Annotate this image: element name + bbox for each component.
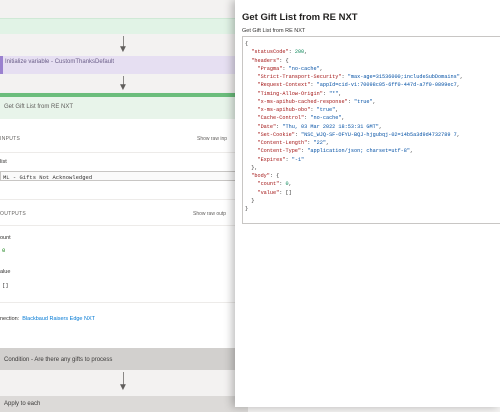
header-key: "Expires" (257, 156, 286, 163)
initialize-variable-card[interactable]: Initialize variable - CustomThanksDefaul… (0, 56, 248, 74)
apply-to-each-card[interactable]: Apply to each (0, 396, 248, 412)
connection-link[interactable]: Blackbaud Raisers Edge NXT (22, 316, 95, 322)
get-gift-list-card[interactable]: Get Gift List from RE NXT INPUTS Show ra… (0, 93, 248, 348)
json-value: 0 (285, 181, 289, 188)
initialize-variable-label: Initialize variable - CustomThanksDefaul… (5, 59, 115, 65)
apply-to-each-label: Apply to each (4, 401, 41, 407)
count-label: ount (0, 235, 11, 241)
connector-arrow-icon: ▼ (112, 36, 134, 55)
connection-row: nection: Blackbaud Raisers Edge NXT (0, 316, 95, 322)
header-key: "Set-Cookie" (257, 131, 295, 138)
json-key: "headers" (251, 57, 280, 64)
show-raw-outputs-link[interactable]: Show raw outp (193, 211, 226, 217)
header-key: "Timing-Allow-Origin" (257, 90, 323, 97)
header-value: "NSC_WJQ-SF-OFYU-BQJ-hjgubqj-02=14b5a3d9… (301, 131, 457, 138)
outputs-section-title: OUTPUTS (0, 211, 26, 217)
json-value: 200 (294, 49, 305, 56)
header-key: "Strict-Transport-Security" (257, 74, 342, 80)
header-value: "Thu, 03 Mar 2022 18:53:31 GMT" (282, 123, 379, 130)
list-value: ML - Gifts Not Acknowledged (0, 171, 238, 181)
header-value: "*" (329, 90, 339, 97)
previous-step-card[interactable] (0, 18, 248, 34)
divider (0, 302, 248, 303)
header-key: "Date" (257, 123, 277, 130)
header-value: "no-cache" (288, 65, 320, 72)
json-key: "count" (257, 181, 280, 188)
header-key: "Cache-Control" (257, 115, 305, 122)
header-value: "true" (353, 98, 373, 105)
header-value: "22" (313, 140, 326, 146)
value-label: alue (0, 269, 11, 275)
header-value: "no-cache" (310, 115, 342, 122)
header-key: "x-ms-apihub-obo" (257, 107, 311, 113)
header-key: "Pragma" (257, 65, 283, 72)
header-key: "Content-Type" (257, 148, 302, 155)
condition-label: Condition - Are there any gifts to proce… (4, 357, 113, 363)
divider (0, 225, 248, 226)
action-card-header[interactable]: Get Gift List from RE NXT (0, 97, 248, 119)
json-output-box[interactable]: { "statusCode": 200, "headers": { "Pragm… (242, 36, 500, 224)
action-card-title: Get Gift List from RE NXT (4, 104, 74, 110)
connector-arrow-icon: ▼ (112, 372, 134, 393)
header-key: "Content-Length" (257, 140, 308, 146)
count-value: 0 (2, 247, 6, 254)
json-key: "value" (257, 189, 280, 196)
connector-arrow-icon: ▼ (112, 76, 134, 93)
divider (0, 152, 248, 153)
json-value: [] (285, 189, 292, 196)
json-key: "statusCode" (251, 49, 289, 56)
divider (0, 199, 248, 200)
inputs-section-title: INPUTS (0, 136, 21, 142)
header-key: "x-ms-apihub-cached-response" (257, 98, 348, 105)
connection-label: nection: (0, 316, 20, 322)
header-value: "appId=cid-v1:70098c05-6ff0-447d-a7f0-08… (316, 82, 457, 89)
condition-card[interactable]: Condition - Are there any gifts to proce… (0, 348, 248, 370)
show-raw-inputs-link[interactable]: Show raw inp (197, 136, 227, 142)
value-value: [] (2, 282, 9, 289)
output-detail-panel: Get Gift List from RE NXT Get Gift List … (235, 0, 500, 407)
panel-subtitle: Get Gift List from RE NXT (242, 28, 306, 34)
json-key: "body" (251, 173, 270, 179)
list-label: list (0, 159, 7, 165)
header-key: "Request-Context" (257, 82, 311, 89)
json-code: { "statusCode": 200, "headers": { "Pragm… (245, 41, 463, 212)
header-value: "true" (316, 107, 336, 113)
panel-title: Get Gift List from RE NXT (242, 12, 358, 23)
header-value: "max-age=31536000;includeSubDomains" (347, 74, 460, 80)
header-value: "application/json; charset=utf-8" (307, 148, 411, 155)
header-value: "-1" (291, 156, 305, 163)
